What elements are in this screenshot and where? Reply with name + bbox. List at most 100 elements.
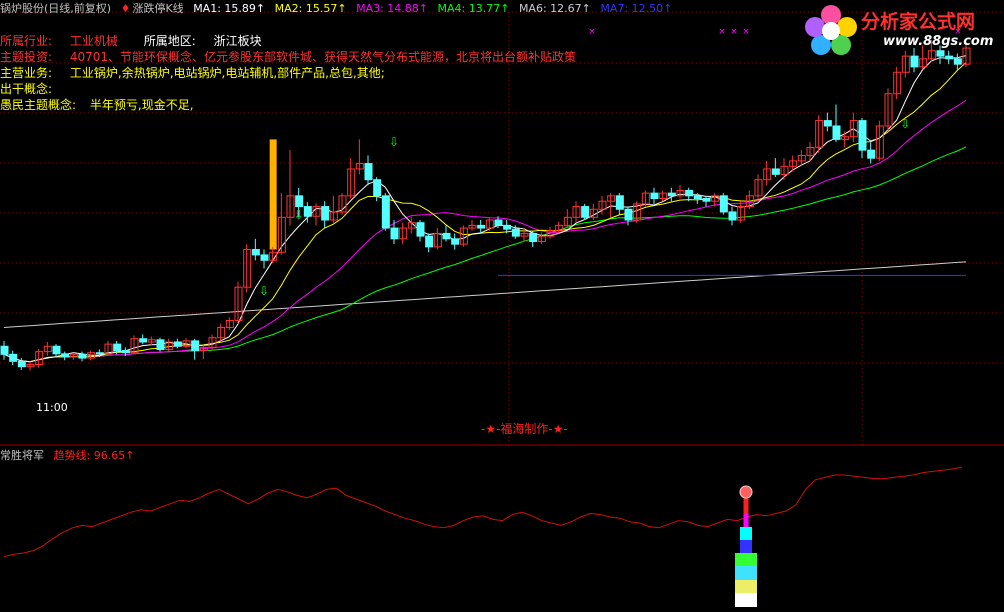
logo-url-text: www.88gs.com [883, 34, 994, 49]
chart-header: 锅炉股份(日线,前复权) ♦ 涨跌停K线 MA1: 15.89↑ MA2: 15.… [0, 0, 678, 16]
candle-body [0, 345, 9, 355]
signal-bar-segment [735, 580, 757, 593]
industry-value: 工业机械 [69, 34, 118, 48]
candle-body [910, 55, 919, 68]
ma1-label: MA1: 15.89↑ [193, 2, 266, 15]
signal-mark-icon: × [742, 27, 750, 37]
down-arrow-icon: ⇩ [259, 284, 269, 298]
down-arrow-icon: ⇩ [900, 117, 910, 131]
signal-mark-icon: × [718, 27, 726, 37]
concept-row: 出干概念: [0, 80, 52, 97]
candle-body [503, 224, 512, 230]
candle-body [9, 353, 18, 362]
ma6-line [3, 261, 967, 328]
signal-mark-icon: × [730, 27, 738, 37]
candle-body [416, 222, 425, 237]
signal-bar-segment [740, 527, 752, 540]
candle-body [251, 249, 260, 256]
candle-body [139, 338, 148, 343]
theme-label: 主题投资: [0, 50, 53, 64]
candle-body [693, 195, 702, 200]
candle-body [615, 195, 624, 210]
candle-body [390, 227, 399, 240]
candle-body [494, 219, 503, 226]
candle-body [945, 55, 954, 60]
candle-body [511, 228, 520, 237]
signal-bar-segment [735, 553, 757, 566]
ma6-label: MA6: 12.67↑ [518, 2, 591, 15]
flower-logo-icon [805, 5, 857, 55]
candle-body [364, 163, 373, 181]
maker-label: -★-福海制作-★- [481, 422, 568, 436]
candle-body [477, 224, 486, 229]
candle-body [303, 206, 312, 217]
candle-body [381, 195, 390, 229]
candle-body [624, 208, 633, 221]
candle-body [867, 149, 876, 159]
candle-body [260, 254, 269, 261]
region-label: 所属地区: [143, 34, 196, 48]
candle-body [321, 206, 330, 221]
signal-bar-segment [743, 514, 749, 527]
candle-body [373, 179, 382, 197]
signal-bar-segment [743, 497, 749, 514]
candle-body [425, 235, 434, 248]
candle-body [17, 360, 26, 368]
signal-bar-segment [740, 540, 752, 553]
ma4-line [3, 146, 967, 363]
kline-chart[interactable]: ⇩⇩⇩⇩× × × × × [0, 0, 1004, 612]
candle-body [858, 120, 867, 151]
candle-body [685, 189, 694, 197]
limit-kline-label: 涨跌停K线 [132, 2, 184, 15]
candle-body [95, 352, 104, 355]
region-value: 浙江板块 [213, 34, 262, 48]
candle-body [442, 232, 451, 240]
candle-body [121, 350, 130, 354]
candle-body [702, 198, 711, 202]
signal-bar-segment [735, 593, 757, 607]
indicator-name: 常胜将军 [0, 449, 44, 462]
logo-main-text: 分析家公式网 [861, 11, 976, 33]
candle-body [667, 192, 676, 197]
limit-up-highlight [269, 139, 277, 250]
ma4-label: MA4: 13.77↑ [437, 2, 510, 15]
candle-body [650, 192, 659, 200]
down-arrow-icon: ⇩ [389, 135, 399, 149]
down-arrow-icon: ⇩ [294, 208, 304, 222]
trend-line [3, 466, 963, 558]
ma7-label: MA7: 12.50↑ [600, 2, 673, 15]
theme-row: 主题投资: 40701、节能环保概念、亿元参股东部软件城、获得天然气分布式能源，… [0, 48, 576, 65]
comment-label: 愚民主题概念: [0, 98, 77, 112]
signal-mark-icon: × [588, 27, 596, 37]
candle-body [529, 232, 538, 242]
candle-body [451, 238, 460, 245]
candle-body [719, 195, 728, 213]
candle-body [295, 195, 304, 208]
candle-body [581, 206, 590, 218]
business-value: 工业锅炉,余热锅炉,电站锅炉,电站辅机,部件产品,总包,其他; [69, 66, 385, 80]
comment-value: 半年预亏,现金不足, [89, 98, 194, 112]
candle-body [173, 341, 182, 347]
theme-value: 40701、节能环保概念、亿元参股东部软件城、获得天然气分布式能源，北京将出台额… [69, 50, 577, 64]
trend-line-label: 趋势线: 96.65↑ [53, 449, 135, 462]
candle-body [113, 343, 122, 352]
limit-diamond-icon: ♦ [120, 2, 131, 15]
ma2-label: MA2: 15.57↑ [274, 2, 347, 15]
concept-label: 出干概念: [0, 82, 53, 96]
time-label: 11:00 [36, 401, 68, 414]
signal-bar-segment [735, 566, 757, 580]
stock-title: 锅炉股份(日线,前复权) [0, 2, 112, 15]
candle-body [191, 340, 200, 352]
business-label: 主营业务: [0, 66, 53, 80]
site-logo: 分析家公式网 www.88gs.com [803, 3, 1003, 55]
industry-label: 所属行业: [0, 34, 53, 48]
industry-row: 所属行业: 工业机械 所属地区: 浙江板块 [0, 32, 262, 49]
candle-body [52, 345, 61, 355]
signal-ball-icon [739, 485, 753, 499]
business-row: 主营业务: 工业锅炉,余热锅炉,电站锅炉,电站辅机,部件产品,总包,其他; [0, 64, 385, 81]
candle-body [156, 339, 165, 350]
comment-row: 愚民主题概念: 半年预亏,现金不足, [0, 96, 194, 113]
indicator-header: 常胜将军 趋势线: 96.65↑ [0, 447, 134, 463]
candle-body [78, 353, 87, 359]
candle-body [953, 58, 962, 65]
